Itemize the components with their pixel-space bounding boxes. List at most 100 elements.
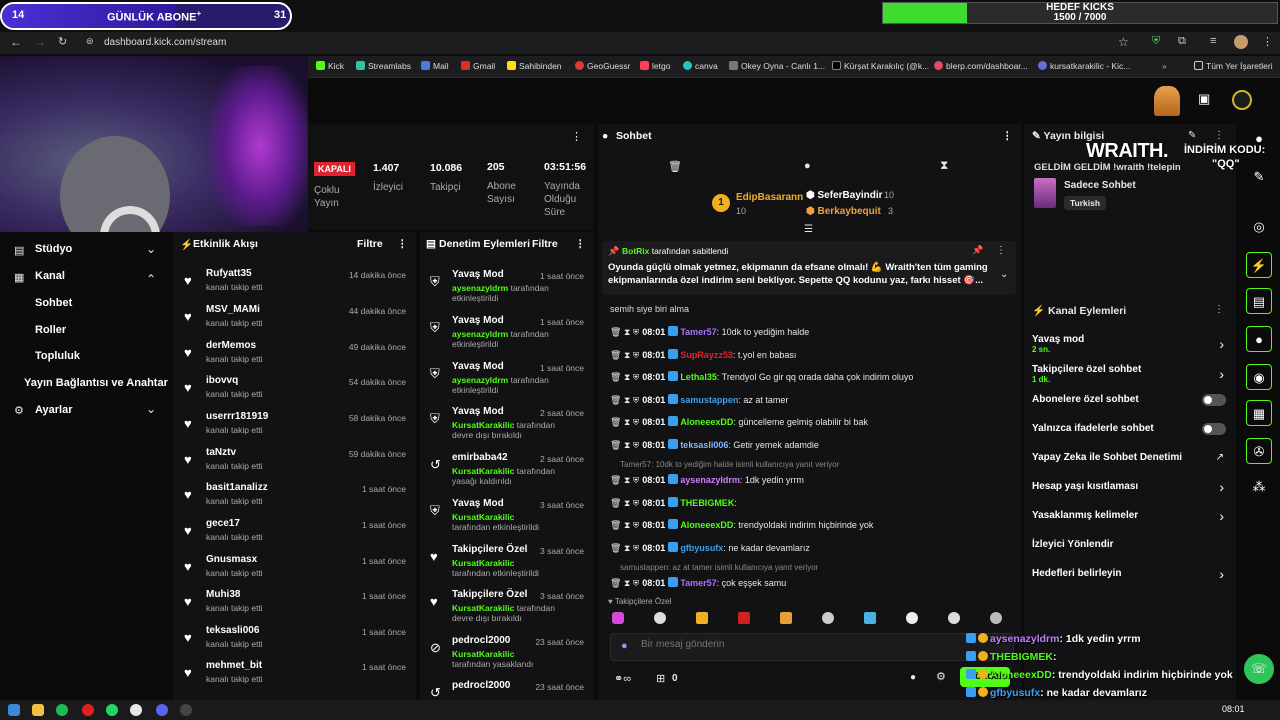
chat-input[interactable]	[641, 639, 941, 650]
bookmark-blerp[interactable]: blerp.com/dashboar...	[934, 61, 1028, 71]
chat-username[interactable]: teksasli006	[680, 440, 728, 450]
share-icon[interactable]: ⁂	[1246, 474, 1272, 500]
bookmark-streamlabs[interactable]: Streamlabs	[356, 61, 411, 71]
channel-action-1[interactable]: Takipçilere özel sohbet 1 dk. ›	[1024, 364, 1236, 390]
mod-menu-icon[interactable]: ⋮	[575, 238, 586, 250]
emoji-icon[interactable]: ●	[910, 672, 916, 683]
emote[interactable]	[738, 612, 750, 624]
bookmarks-folder[interactable]: Tüm Yer İşaretleri	[1194, 61, 1273, 71]
emote[interactable]	[990, 612, 1002, 624]
pen-icon[interactable]: ✎	[1246, 164, 1272, 190]
trash-icon[interactable]: 🗑	[610, 350, 621, 360]
hourglass-icon[interactable]: ⧗	[624, 498, 630, 508]
profile-avatar[interactable]	[1234, 35, 1248, 49]
trash-icon[interactable]: 🗑	[610, 543, 621, 553]
bookmark-mail[interactable]: Mail	[421, 61, 449, 71]
notes-icon[interactable]: ▤	[1246, 288, 1272, 314]
mod-filter[interactable]: Filtre	[532, 238, 558, 250]
hourglass-icon[interactable]: ⧗	[624, 327, 630, 337]
channel-action-2[interactable]: Abonelere özel sohbet	[1024, 394, 1236, 420]
wallet-icon[interactable]: ▣	[1198, 91, 1210, 107]
chat-username[interactable]: Lethal35	[680, 372, 717, 382]
discord-icon[interactable]	[156, 704, 168, 716]
list-icon[interactable]: ▦	[1246, 400, 1272, 426]
tools-icon[interactable]: ✇	[1246, 438, 1272, 464]
user-avatar[interactable]	[1232, 90, 1252, 110]
activity-filter[interactable]: Filtre	[357, 238, 383, 250]
actions-menu-icon[interactable]: ⋮	[1214, 304, 1224, 315]
trash-icon[interactable]: 🗑	[610, 498, 621, 508]
bookmark-gmail[interactable]: Gmail	[461, 61, 495, 71]
menu-icon[interactable]: ⋮	[1262, 35, 1273, 48]
channel-action-0[interactable]: Yavaş mod 2 sn. ›	[1024, 334, 1236, 360]
channel-action-7[interactable]: İzleyici Yönlendir	[1024, 539, 1236, 565]
bookmark-geoguessr[interactable]: GeoGuessr	[575, 61, 630, 71]
users-icon[interactable]: ⚭∞	[614, 672, 631, 685]
bookmark-tiktok[interactable]: Kürşat Karakılıç (@k...	[832, 61, 929, 71]
bubble-icon[interactable]: ●	[804, 160, 811, 172]
chevron-right-icon[interactable]: ›	[1219, 366, 1224, 382]
info-menu-icon[interactable]: ⋮	[1214, 130, 1224, 141]
chat-username[interactable]: SupRayzz53	[680, 350, 733, 360]
channel-action-8[interactable]: Hedefleri belirleyin ›	[1024, 566, 1236, 594]
nav-kanal[interactable]: Kanal	[35, 270, 65, 282]
reload-icon[interactable]: ↻	[58, 35, 67, 48]
toggle-switch[interactable]	[1202, 394, 1226, 406]
start-icon[interactable]	[8, 704, 20, 716]
edit-icon[interactable]: ✎	[1188, 130, 1196, 141]
hourglass-icon[interactable]: ⧗	[624, 395, 630, 405]
app-icon[interactable]	[82, 704, 94, 716]
emote[interactable]	[906, 612, 918, 624]
hourglass-icon[interactable]: ⧗	[624, 520, 630, 530]
channel-action-5[interactable]: Hesap yaşı kısıtlaması ›	[1024, 479, 1236, 507]
explorer-icon[interactable]	[32, 704, 44, 716]
trash-icon[interactable]: 🗑	[610, 372, 621, 382]
url-text[interactable]: dashboard.kick.com/stream	[104, 37, 226, 48]
gift-icon[interactable]: ⊞	[656, 672, 665, 685]
chevron-right-icon[interactable]: ›	[1219, 479, 1224, 495]
emote[interactable]	[696, 612, 708, 624]
emote[interactable]	[822, 612, 834, 624]
shield-icon[interactable]: ⛨	[1152, 35, 1160, 48]
chat-username[interactable]: THEBIGMEK	[680, 498, 734, 508]
nav-yayin-baglantisi[interactable]: Yayın Bağlantısı ve Anahtar	[24, 377, 168, 389]
bookmark-kick-profile[interactable]: kursatkarakilic - Kic...	[1038, 61, 1130, 71]
support-icon[interactable]: ☏	[1244, 654, 1274, 684]
chat-username[interactable]: Tamer57	[680, 578, 716, 588]
emote[interactable]	[780, 612, 792, 624]
chat-username[interactable]: gfbyusufx	[680, 543, 723, 553]
activity-menu-icon[interactable]: ⋮	[397, 238, 408, 250]
stats-menu-icon[interactable]: ⋮	[571, 130, 582, 143]
chat-bubble-icon[interactable]: ●	[1246, 326, 1272, 352]
bookmark-canva[interactable]: canva	[683, 61, 718, 71]
trash-icon[interactable]: 🗑	[610, 395, 621, 405]
channel-action-3[interactable]: Yalnızca ifadelerle sohbet	[1024, 423, 1236, 449]
hourglass-icon[interactable]: ⧗	[624, 475, 630, 485]
chevron-down-icon[interactable]: ⌄	[1000, 269, 1008, 280]
media-icon[interactable]: ≡	[1210, 35, 1216, 47]
hourglass-icon[interactable]: ⧗	[624, 417, 630, 427]
chevron-down-icon[interactable]: ⌄	[146, 242, 156, 256]
chat-username[interactable]: samustappen	[680, 395, 738, 405]
chat-input-wrap[interactable]: ●	[610, 633, 1014, 661]
nav-roller[interactable]: Roller	[35, 324, 66, 336]
chevron-down-icon[interactable]: ⌄	[146, 402, 156, 416]
bookmark-kick[interactable]: Kick	[316, 61, 344, 71]
external-link-icon[interactable]: ↗	[1216, 452, 1224, 463]
site-info-icon[interactable]: ⊜	[86, 36, 94, 47]
nav-topluluk[interactable]: Topluluk	[35, 350, 80, 362]
bookmark-letgo[interactable]: letgo	[640, 61, 670, 71]
chat-username[interactable]: aysenazyldrm	[680, 475, 740, 485]
pinned-menu-icon[interactable]: ⋮	[996, 245, 1006, 256]
trash-icon[interactable]: 🗑	[610, 417, 621, 427]
trash-icon[interactable]: 🗑	[610, 520, 621, 530]
unpin-icon[interactable]: 📌	[972, 245, 983, 256]
target-icon[interactable]: ◎	[1246, 214, 1272, 240]
bookmark-okey[interactable]: Okey Oyna - Canlı 1...	[729, 61, 825, 71]
emote[interactable]	[654, 612, 666, 624]
whatsapp-icon[interactable]	[106, 704, 118, 716]
hourglass-icon[interactable]: ⧗	[624, 578, 630, 588]
hourglass-icon[interactable]: ⧗	[624, 543, 630, 553]
hourglass-icon[interactable]: ⧗	[624, 350, 630, 360]
back-icon[interactable]: ←	[10, 35, 22, 49]
